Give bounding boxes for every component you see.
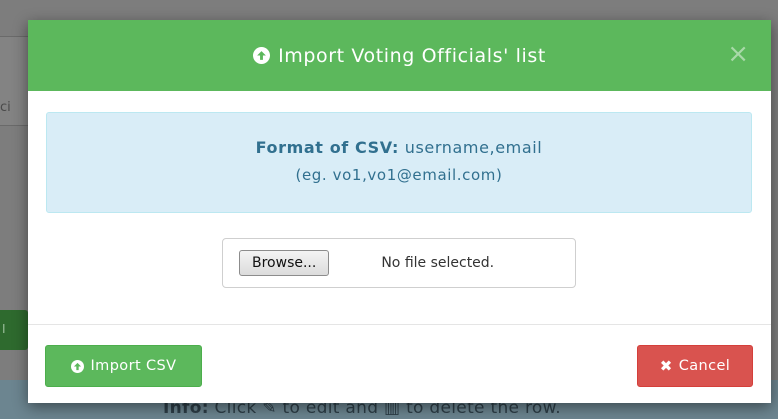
modal-title-text: Import Voting Officials' list (278, 44, 546, 67)
cancel-label: Cancel (678, 358, 731, 374)
background-button: I (0, 310, 28, 350)
format-example: (eg. vo1,vo1@email.com) (295, 166, 503, 184)
file-input[interactable]: Browse... No file selected. (222, 238, 576, 288)
file-status: No file selected. (381, 255, 495, 271)
format-value: username,email (404, 138, 543, 157)
circle-arrow-up-icon (253, 47, 271, 64)
import-modal: Import Voting Officials' list × Format o… (28, 20, 771, 403)
format-label: Format of CSV: (255, 138, 400, 157)
close-icon[interactable]: × (727, 41, 749, 67)
modal-body: Format of CSV: username,email (eg. vo1,v… (28, 91, 771, 288)
format-line: Format of CSV: username,email (47, 138, 751, 157)
background-button-label: I (2, 322, 6, 336)
modal-footer: Import CSV ✖ Cancel (28, 324, 771, 403)
modal-title: Import Voting Officials' list (253, 45, 546, 67)
import-csv-label: Import CSV (90, 358, 177, 374)
browse-button[interactable]: Browse... (239, 250, 330, 276)
cancel-button[interactable]: ✖ Cancel (637, 345, 753, 387)
background-side-label: ci (0, 100, 11, 115)
file-row: Browse... No file selected. (46, 238, 752, 288)
circle-arrow-up-icon (70, 359, 84, 373)
modal-header: Import Voting Officials' list × (28, 20, 771, 91)
close-icon: ✖ (659, 357, 673, 375)
import-csv-button[interactable]: Import CSV (45, 345, 202, 387)
csv-format-info: Format of CSV: username,email (eg. vo1,v… (46, 112, 752, 213)
